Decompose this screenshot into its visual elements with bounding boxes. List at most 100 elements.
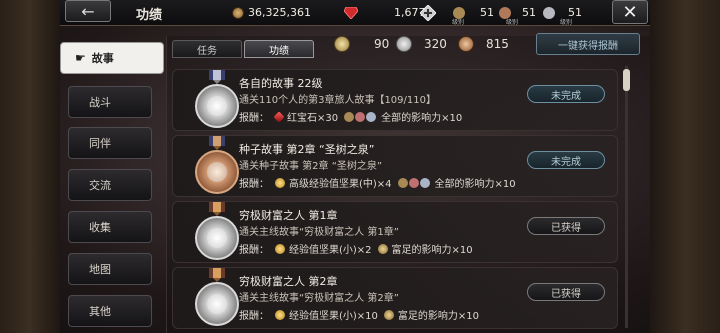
gold-medal-value: 90 bbox=[374, 37, 390, 51]
reward-item-2: 富足的影响力×10 bbox=[397, 311, 480, 322]
gold-coin-icon bbox=[232, 6, 244, 19]
achievement-reward: 报酬： 经验值坚果(小)×2 富足的影响力×10 bbox=[239, 241, 473, 256]
exp-nut-icon bbox=[275, 309, 285, 320]
gold-amount: 36,325,361 bbox=[248, 6, 311, 19]
reward-item-1: 高级经验值坚果(中)×4 bbox=[289, 179, 392, 190]
sidebar-item-battle[interactable]: 战斗 bbox=[68, 86, 152, 118]
scroll-thumb[interactable] bbox=[623, 69, 630, 91]
status-button[interactable]: 已获得 bbox=[527, 283, 605, 301]
ruby-icon bbox=[344, 6, 358, 19]
gold-counter: 36,325,361 bbox=[232, 4, 311, 21]
achievement-description: 通关种子故事 第2章 “圣树之泉” bbox=[239, 161, 383, 172]
close-button[interactable]: ✕ bbox=[612, 0, 648, 24]
level-caption: 级别 bbox=[559, 19, 572, 26]
sidebar-item-label: 交流 bbox=[89, 179, 111, 192]
ribbon-icon bbox=[209, 202, 225, 216]
add-ruby[interactable] bbox=[420, 4, 436, 21]
ribbon-icon bbox=[209, 136, 225, 150]
achievement-description: 通关110个人的第3章旅人故事【109/110】 bbox=[239, 95, 436, 106]
influence-icons bbox=[344, 111, 377, 122]
status-label: 已获得 bbox=[551, 288, 581, 300]
status-label: 未完成 bbox=[551, 90, 581, 102]
achievement-description: 通关主线故事“穷极财富之人 第2章” bbox=[239, 293, 399, 304]
back-arrow-icon: ← bbox=[81, 1, 95, 21]
reward-item-2: 全部的影响力×10 bbox=[381, 113, 463, 124]
ruby-icon bbox=[273, 110, 285, 123]
reward-item-1: 红宝石×30 bbox=[287, 113, 339, 124]
bronze-medal-count: 815 bbox=[458, 36, 509, 52]
achievement-row: 穷极财富之人 第1章 通关主线故事“穷极财富之人 第1章” 报酬： 经验值坚果(… bbox=[172, 201, 618, 263]
silver-medal-icon bbox=[195, 202, 239, 260]
achievement-row: 穷极财富之人 第2章 通关主线故事“穷极财富之人 第2章” 报酬： 经验值坚果(… bbox=[172, 267, 618, 329]
wealth-influence-icon bbox=[377, 243, 388, 254]
tab-label: 任务 bbox=[197, 45, 217, 57]
status-label: 已获得 bbox=[551, 222, 581, 234]
achievement-title: 种子故事 第2章 “圣树之泉” bbox=[239, 143, 375, 156]
claim-all-rewards-button[interactable]: 一键获得报酬 bbox=[536, 33, 640, 55]
reward-item-1: 经验值坚果(小)×2 bbox=[289, 245, 372, 256]
sidebar-item-label: 同伴 bbox=[89, 137, 111, 150]
silver-medal-count: 320 bbox=[396, 36, 447, 52]
status-button[interactable]: 已获得 bbox=[527, 217, 605, 235]
reward-label: 报酬： bbox=[239, 245, 269, 256]
reward-label: 报酬： bbox=[239, 311, 269, 322]
reward-item-2: 富足的影响力×10 bbox=[391, 245, 473, 256]
gold-medal-count: 90 bbox=[334, 36, 389, 52]
sidebar-item-collection[interactable]: 收集 bbox=[68, 211, 152, 243]
bronze-medal-value: 815 bbox=[486, 37, 509, 51]
sidebar-item-label: 地图 bbox=[89, 263, 111, 276]
sidebar-item-map[interactable]: 地图 bbox=[68, 253, 152, 285]
achievement-description: 通关主线故事“穷极财富之人 第1章” bbox=[239, 227, 399, 238]
achievement-reward: 报酬： 高级经验值坚果(中)×4 全部的影响力×10 bbox=[239, 175, 516, 190]
page-title: 功绩 bbox=[136, 8, 163, 23]
tab-label: 功绩 bbox=[269, 45, 289, 57]
claim-all-label: 一键获得报酬 bbox=[558, 40, 618, 52]
reward-label: 报酬： bbox=[239, 179, 269, 190]
scroll-track[interactable] bbox=[625, 66, 628, 328]
sidebar-item-companion[interactable]: 同伴 bbox=[68, 127, 152, 159]
achievement-row: 各自的故事 22级 通关110个人的第3章旅人故事【109/110】 报酬： 红… bbox=[172, 69, 618, 131]
sidebar-item-other[interactable]: 其他 bbox=[68, 295, 152, 327]
achievement-title: 穷极财富之人 第1章 bbox=[239, 209, 338, 222]
exp-nut-icon bbox=[275, 177, 285, 188]
pointing-hand-icon: ☛ bbox=[75, 51, 86, 65]
right-frame bbox=[650, 0, 720, 333]
back-button[interactable]: ← bbox=[65, 0, 111, 22]
gold-medal-icon bbox=[334, 36, 350, 52]
bronze-medal-icon bbox=[458, 36, 474, 52]
achievement-title: 穷极财富之人 第2章 bbox=[239, 275, 338, 288]
reward-item-2: 全部的影响力×10 bbox=[434, 179, 516, 190]
ribbon-icon bbox=[209, 70, 225, 84]
close-icon: ✕ bbox=[622, 1, 638, 23]
reward-item-1: 经验值坚果(小)×10 bbox=[289, 311, 378, 322]
sidebar-item-social[interactable]: 交流 bbox=[68, 169, 152, 201]
add-diamond-icon bbox=[420, 4, 436, 21]
ribbon-icon bbox=[209, 268, 225, 282]
wealth-influence-icon bbox=[383, 309, 394, 320]
status-button[interactable]: 未完成 bbox=[527, 85, 605, 103]
reward-label: 报酬： bbox=[239, 113, 269, 124]
silver-medal-icon bbox=[195, 268, 239, 326]
left-frame bbox=[0, 0, 60, 333]
sidebar-item-label: 收集 bbox=[89, 221, 111, 234]
silver-medal-icon bbox=[195, 70, 239, 128]
silver-medal-icon bbox=[396, 36, 412, 52]
exp-nut-icon bbox=[275, 243, 285, 254]
sidebar-item-label: 故事 bbox=[91, 52, 114, 65]
bronze-medal-icon bbox=[195, 136, 239, 194]
influence-icons bbox=[397, 177, 431, 188]
status-label: 未完成 bbox=[551, 156, 581, 168]
tab-missions[interactable]: 任务 bbox=[172, 40, 242, 58]
sidebar-item-story[interactable]: ☛ 故事 bbox=[60, 42, 164, 74]
achievement-row: 种子故事 第2章 “圣树之泉” 通关种子故事 第2章 “圣树之泉” 报酬： 高级… bbox=[172, 135, 618, 197]
achievement-reward: 报酬： 红宝石×30 全部的影响力×10 bbox=[239, 109, 462, 124]
status-button[interactable]: 未完成 bbox=[527, 151, 605, 169]
achievement-title: 各自的故事 22级 bbox=[239, 77, 323, 90]
sidebar-item-label: 战斗 bbox=[89, 96, 111, 109]
level-caption: 级别 bbox=[505, 19, 518, 26]
silver-medal-value: 320 bbox=[424, 37, 447, 51]
achievement-reward: 报酬： 经验值坚果(小)×10 富足的影响力×10 bbox=[239, 307, 479, 322]
sidebar-item-label: 其他 bbox=[89, 305, 111, 318]
tab-achievements[interactable]: 功绩 bbox=[244, 40, 314, 58]
level-captions: 级别 级别 级别 bbox=[452, 17, 572, 26]
